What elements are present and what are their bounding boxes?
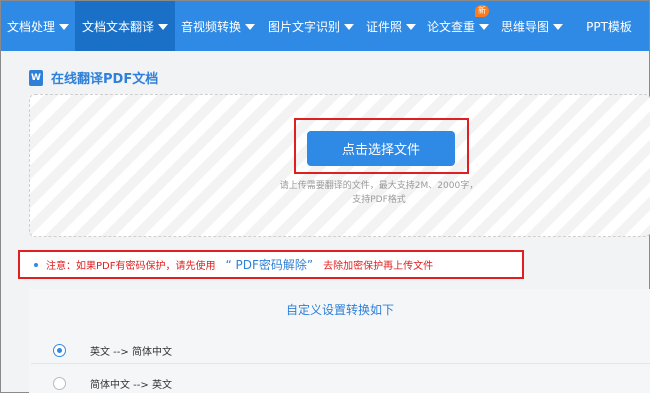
radio-button[interactable]: [53, 377, 66, 390]
notice-prefix: 注意：如果PDF有密码保护，请先使用: [46, 261, 216, 272]
nav-item-label: 文档文本翻译: [81, 19, 154, 34]
option-label: 英文 --> 简体中文: [90, 347, 172, 358]
caret-down-icon: [245, 23, 255, 30]
option-label: 简体中文 --> 英文: [90, 380, 172, 391]
divider: [31, 363, 650, 364]
option-en-to-zh[interactable]: 英文 --> 简体中文: [53, 343, 172, 358]
page-title: W 在线翻译PDF文档: [29, 68, 158, 87]
nav-item-image-ocr[interactable]: 图片文字识别: [261, 1, 361, 51]
caret-down-icon: [59, 23, 69, 30]
caret-down-icon: [553, 23, 563, 30]
caret-down-icon: [406, 23, 416, 30]
nav-item-doc-translate[interactable]: 文档文本翻译: [75, 1, 175, 51]
nav-item-doc-processing[interactable]: 文档处理: [1, 1, 75, 51]
nav-item-label: 思维导图: [500, 19, 549, 34]
settings-title: 自定义设置转换如下: [285, 303, 394, 317]
top-nav: 文档处理 文档文本翻译 音视频转换 图片文字识别 证件照 论文查重 新 思维导图…: [1, 1, 649, 51]
caret-down-icon: [344, 23, 354, 30]
nav-item-label: 文档处理: [6, 19, 55, 34]
page-title-text: 在线翻译PDF文档: [51, 72, 159, 87]
bullet-icon: [34, 262, 38, 267]
nav-item-av-convert[interactable]: 音视频转换: [175, 1, 261, 51]
nav-item-ppt-template[interactable]: PPT模板: [569, 1, 649, 51]
notice-suffix: 去除加密保护再上传文件: [323, 261, 434, 272]
password-notice: 注意：如果PDF有密码保护，请先使用 “ PDF密码解除” 去除加密保护再上传文…: [18, 250, 524, 279]
radio-button[interactable]: [53, 344, 66, 357]
choose-file-button[interactable]: 点击选择文件: [307, 131, 455, 166]
nav-item-plagiarism-check[interactable]: 论文查重 新: [421, 1, 495, 51]
new-badge: 新: [475, 5, 489, 17]
pdf-password-remove-link[interactable]: “ PDF密码解除”: [225, 256, 313, 273]
option-zh-to-en[interactable]: 简体中文 --> 英文: [53, 376, 172, 391]
nav-item-label: 音视频转换: [180, 19, 241, 34]
nav-item-label: 图片文字识别: [267, 19, 340, 34]
nav-item-id-photo[interactable]: 证件照: [361, 1, 421, 51]
nav-item-label: PPT模板: [586, 19, 632, 34]
nav-item-mind-map[interactable]: 思维导图: [495, 1, 569, 51]
upload-hint: 请上传需要翻译的文件，最大支持2M、2000字， 支持PDF格式: [229, 179, 529, 207]
caret-down-icon: [479, 23, 489, 30]
nav-item-label: 证件照: [365, 19, 402, 34]
caret-down-icon: [158, 23, 168, 30]
word-doc-icon: W: [29, 69, 43, 86]
nav-item-label: 论文查重: [426, 19, 475, 34]
upload-hint-line2: 支持PDF格式: [352, 195, 406, 205]
upload-hint-line1: 请上传需要翻译的文件，最大支持2M、2000字，: [279, 181, 479, 191]
